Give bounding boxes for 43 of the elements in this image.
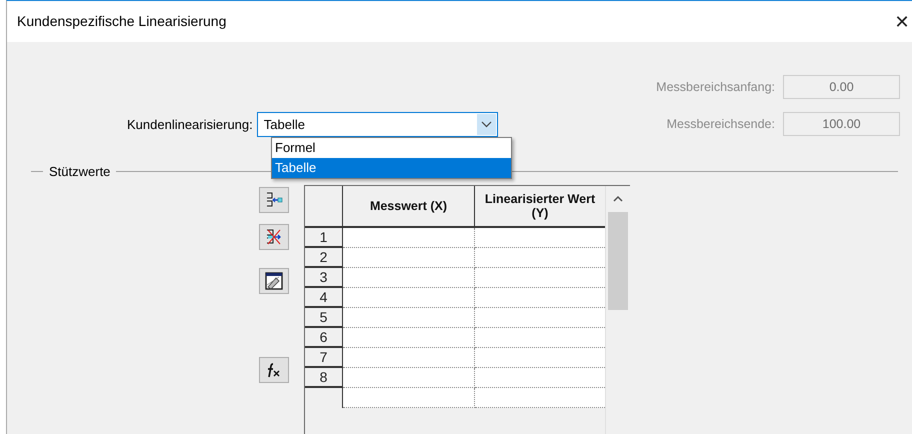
table-cell[interactable]	[475, 288, 605, 308]
select-field[interactable]: Tabelle	[256, 112, 498, 137]
row-number: 2	[305, 248, 343, 268]
toolbar-button[interactable]	[259, 224, 289, 250]
toolbar-button[interactable]	[259, 268, 289, 294]
row-number: 6	[305, 328, 343, 348]
table-cell[interactable]	[343, 368, 475, 388]
chevron-up-icon[interactable]	[612, 194, 624, 204]
field-label: Messbereichsanfang:	[656, 78, 775, 96]
row-number: 1	[305, 228, 343, 248]
table-cell[interactable]	[343, 228, 475, 248]
window-title: Kundenspezifische Linearisierung	[17, 12, 226, 31]
table-cell[interactable]	[475, 248, 605, 268]
table-cell[interactable]	[343, 328, 475, 348]
field-label: Messbereichsende:	[666, 116, 775, 133]
table-cell[interactable]	[475, 328, 605, 348]
table-cell[interactable]	[475, 268, 605, 288]
scrollbar[interactable]	[605, 186, 629, 434]
group-title: Stützwerte	[49, 163, 110, 181]
table-cell[interactable]	[343, 268, 475, 288]
combo-label: Kundenlinearisierung:	[127, 116, 253, 134]
table-cell[interactable]	[343, 308, 475, 328]
table-cell[interactable]	[475, 388, 605, 408]
table-cell[interactable]	[343, 288, 475, 308]
toolbar-button[interactable]	[259, 187, 289, 213]
chevron-down-icon[interactable]	[476, 114, 496, 135]
row-number: 5	[305, 308, 343, 328]
row-number: 8	[305, 368, 343, 388]
table-edit-icon	[264, 271, 284, 291]
table-cell[interactable]	[343, 348, 475, 368]
table-cell[interactable]	[475, 308, 605, 328]
table-cell[interactable]	[475, 368, 605, 388]
row-number: 4	[305, 288, 343, 308]
row-number: 3	[305, 268, 343, 288]
table-cell[interactable]	[343, 248, 475, 268]
table-cell[interactable]	[475, 348, 605, 368]
table-cell[interactable]	[475, 228, 605, 248]
dropdown-option[interactable]: Formel	[272, 138, 511, 158]
table-cell[interactable]	[343, 388, 475, 408]
toolbar-button[interactable]	[259, 357, 289, 383]
row-number: 7	[305, 348, 343, 368]
dropdown-option[interactable]: Tabelle	[272, 158, 511, 178]
close-button[interactable]: ✕	[890, 10, 912, 34]
